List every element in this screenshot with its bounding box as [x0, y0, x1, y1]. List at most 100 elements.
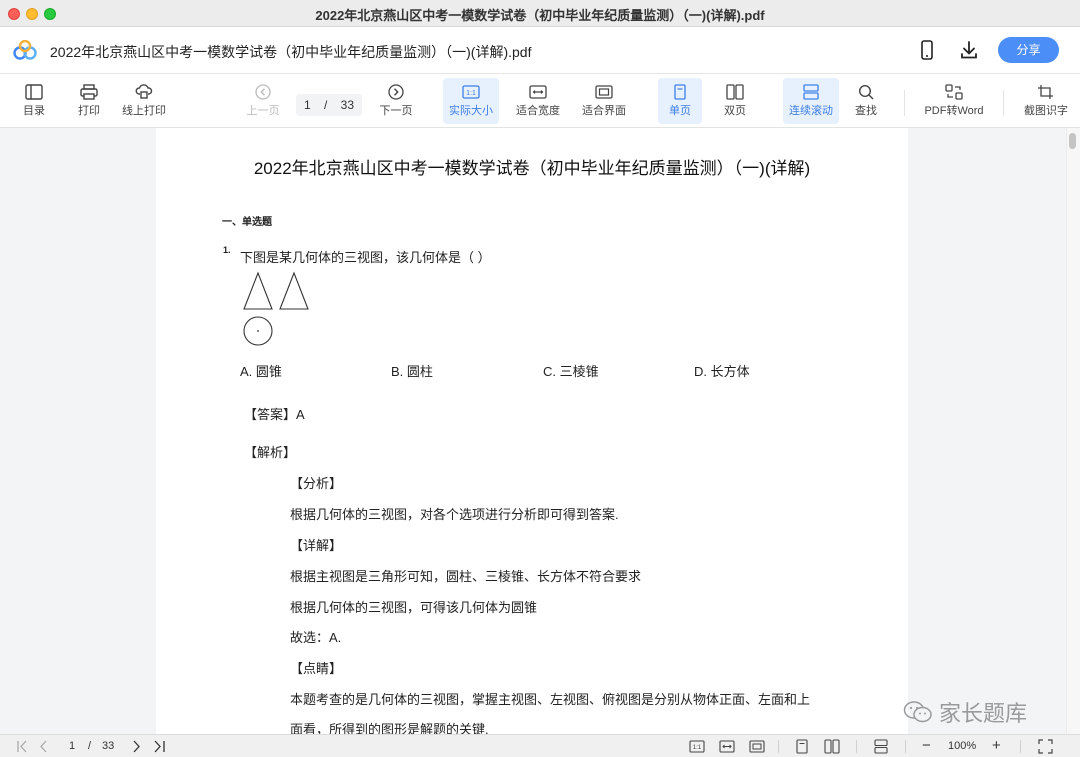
wechat-icon: [903, 701, 932, 723]
find-label: 查找: [855, 105, 877, 117]
page-number-input[interactable]: 1 / 33: [296, 94, 362, 116]
single-page-button[interactable]: 单页: [658, 78, 702, 124]
statusbar-divider: [778, 740, 779, 753]
toc-icon: [25, 84, 43, 100]
actual-size-label: 实际大小: [449, 105, 493, 117]
next-page-button[interactable]: 下一页: [376, 78, 416, 124]
first-page-icon[interactable]: [16, 739, 30, 754]
three-view-figure: [243, 271, 309, 346]
question-text: 下图是某几何体的三视图，该几何体是（ ）: [240, 250, 491, 265]
continuous-scroll-icon: [803, 84, 819, 100]
analysis-line: 本题考查的是几何体的三视图，掌握主视图、左视图、俯视图是分别从物体正面、左面和上: [290, 692, 811, 707]
print-button[interactable]: 打印: [69, 78, 109, 124]
actual-size-icon: 1:1: [462, 85, 480, 99]
next-page-icon[interactable]: [130, 739, 142, 754]
cloud-print-icon: [135, 84, 153, 99]
total-pages: 33: [340, 98, 355, 112]
ocr-button[interactable]: 截图识字: [1018, 78, 1074, 124]
analysis-line: 根据主视图是三角形可知，圆柱、三棱锥、长方体不符合要求: [290, 569, 642, 584]
single-page-icon[interactable]: [795, 739, 809, 754]
analysis-line: 根据几何体的三视图，可得该几何体为圆锥: [290, 600, 538, 615]
actual-size-button[interactable]: 1:1 实际大小: [443, 78, 499, 124]
online-print-button[interactable]: 线上打印: [118, 78, 170, 124]
document-title: 2022年北京燕山区中考一模数学试卷（初中毕业年纪质量监测）（一)(详解).pd…: [50, 44, 532, 60]
page-separator: /: [323, 98, 328, 112]
analysis-line: 【分析】: [290, 476, 343, 491]
printer-icon: [80, 84, 98, 100]
status-bar: 1 / 33 1:1 − 100% +: [0, 734, 1080, 757]
fullscreen-icon[interactable]: [1038, 739, 1053, 754]
fit-page-icon[interactable]: [749, 739, 765, 754]
pdf-page: 2022年北京燕山区中考一模数学试卷（初中毕业年纪质量监测）（一)(详解) 一、…: [156, 128, 908, 734]
fit-width-button[interactable]: 适合宽度: [512, 78, 564, 124]
chevron-right-circle-icon: [388, 84, 404, 100]
single-page-icon: [674, 84, 686, 100]
document-viewport[interactable]: 2022年北京燕山区中考一模数学试卷（初中毕业年纪质量监测）（一)(详解) 一、…: [0, 128, 1080, 734]
question-number: 1.: [223, 245, 231, 255]
pdf-to-word-label: PDF转Word: [924, 105, 984, 117]
toc-label: 目录: [23, 105, 45, 117]
zoom-out-button[interactable]: −: [922, 737, 931, 754]
next-page-label: 下一页: [379, 105, 413, 117]
chevron-left-circle-icon: [255, 84, 271, 100]
crop-icon: [1038, 85, 1053, 99]
continuous-scroll-icon[interactable]: [873, 739, 889, 754]
window-title: 2022年北京燕山区中考一模数学试卷（初中毕业年纪质量监测）（一)(详解).pd…: [315, 8, 765, 23]
fit-page-label: 适合界面: [582, 105, 626, 117]
section-heading: 一、单选题: [222, 217, 272, 228]
prev-page-icon[interactable]: [38, 739, 50, 754]
toc-button[interactable]: 目录: [14, 78, 54, 124]
analysis-heading: 【解析】: [244, 445, 297, 460]
analysis-line: 面看，所得到的图形是解题的关键.: [290, 722, 489, 734]
option-c: C. 三棱锥: [543, 364, 599, 379]
app-logo-icon: [13, 40, 37, 60]
double-page-icon[interactable]: [824, 739, 840, 754]
prev-page-label: 上一页: [246, 105, 280, 117]
convert-icon: [945, 84, 963, 100]
current-page: 1: [303, 98, 311, 112]
prev-page-button[interactable]: 上一页: [243, 78, 283, 124]
zoom-in-button[interactable]: +: [992, 737, 1001, 754]
ocr-label: 截图识字: [1024, 105, 1068, 117]
fit-page-button[interactable]: 适合界面: [578, 78, 630, 124]
statusbar-divider: [905, 740, 906, 753]
share-button[interactable]: 分享: [998, 37, 1059, 63]
analysis-line: 故选：A.: [290, 630, 342, 645]
watermark-text: 家长题库: [939, 701, 1028, 726]
single-page-label: 单页: [669, 105, 691, 117]
status-total-pages: 33: [102, 740, 115, 752]
double-page-button[interactable]: 双页: [714, 78, 756, 124]
find-button[interactable]: 查找: [846, 78, 886, 124]
fit-width-label: 适合宽度: [516, 105, 560, 117]
toolbar-divider: [1003, 90, 1004, 116]
phone-icon[interactable]: [918, 40, 936, 60]
svg-text:1:1: 1:1: [693, 745, 702, 751]
status-current-page[interactable]: 1: [69, 740, 75, 752]
option-b: B. 圆柱: [391, 364, 433, 379]
fit-width-icon: [529, 85, 547, 99]
vertical-scrollbar[interactable]: [1066, 128, 1080, 734]
option-a: A. 圆锥: [240, 364, 282, 379]
actual-size-icon[interactable]: 1:1: [689, 739, 705, 754]
option-d: D. 长方体: [694, 364, 750, 379]
page-title: 2022年北京燕山区中考一模数学试卷（初中毕业年纪质量监测）（一)(详解): [253, 159, 811, 178]
pdf-to-word-button[interactable]: PDF转Word: [920, 78, 988, 124]
watermark: 家长题库: [903, 696, 1027, 728]
app-header: 2022年北京燕山区中考一模数学试卷（初中毕业年纪质量监测）（一)(详解).pd…: [0, 27, 1080, 74]
zoom-level[interactable]: 100%: [948, 740, 976, 752]
continuous-scroll-label: 连续滚动: [789, 105, 833, 117]
search-icon: [858, 84, 874, 100]
download-icon[interactable]: [958, 39, 980, 61]
last-page-icon[interactable]: [152, 739, 166, 754]
analysis-line: 【详解】: [290, 538, 343, 553]
answer-line: 【答案】A: [244, 407, 305, 422]
double-page-icon: [726, 84, 744, 100]
scrollbar-thumb[interactable]: [1069, 133, 1076, 149]
continuous-scroll-button[interactable]: 连续滚动: [783, 78, 839, 124]
status-page-separator: /: [88, 740, 92, 752]
toolbar-divider: [904, 90, 905, 116]
double-page-label: 双页: [724, 105, 746, 117]
svg-text:1:1: 1:1: [466, 90, 476, 97]
fit-width-icon[interactable]: [719, 739, 735, 754]
statusbar-divider: [856, 740, 857, 753]
